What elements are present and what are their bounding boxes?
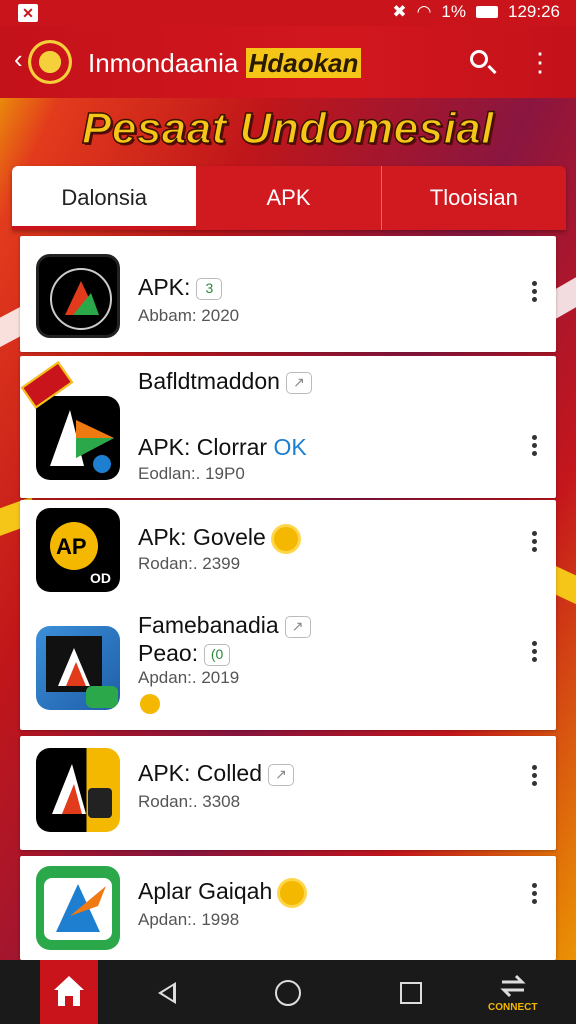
- app-list-item[interactable]: APK: Colled ↗ Rodan:. 3308: [20, 736, 556, 850]
- home-circle-icon: [275, 980, 301, 1006]
- overflow-menu-button[interactable]: ⋮: [522, 44, 558, 80]
- back-triangle-icon: [158, 982, 176, 1004]
- connect-icon: [500, 974, 526, 998]
- app-name: Aplar Gaiqah: [138, 878, 305, 905]
- app-icon-subtext: OD: [90, 570, 111, 586]
- tab-dalonsia[interactable]: Dalonsia: [12, 166, 197, 230]
- tab-apk[interactable]: APK: [196, 166, 380, 230]
- app-icon: [36, 866, 120, 950]
- banner-headline: Pesaat Undomesial: [81, 103, 494, 154]
- app-section-header: Bafldtmaddon ↗: [138, 368, 312, 395]
- tab-tlooisian[interactable]: Tlooisian: [380, 166, 566, 230]
- version-chip: (0: [204, 643, 231, 666]
- arrow-chip-icon: ↗: [284, 615, 311, 638]
- connect-label: CONNECT: [488, 1002, 538, 1013]
- home-nav-button[interactable]: [273, 978, 303, 1008]
- arrow-chip-icon: ↗: [285, 371, 312, 394]
- app-name: APK: Clorrar OK: [138, 434, 307, 461]
- clock: 129:26: [508, 2, 560, 21]
- search-icon: [470, 50, 488, 68]
- search-button[interactable]: [462, 44, 498, 80]
- app-name-line2: Peao: (0: [138, 640, 231, 667]
- garuda-emblem-icon: [28, 40, 72, 84]
- star-badge-icon: [280, 880, 305, 905]
- app-list-item[interactable]: Bafldtmaddon ↗ APK: Clorrar OK Eodlan:. 1…: [20, 356, 556, 498]
- app-meta: Abbam: 2020: [138, 306, 240, 325]
- back-arrow-icon[interactable]: ‹: [14, 46, 23, 72]
- app-name-text: Famebanadia: [138, 612, 279, 638]
- app-name: APK: Colled ↗: [138, 760, 295, 787]
- app-meta: Apdan:. 1998: [138, 910, 240, 929]
- status-bar: ✕ ✖ ◠ 1% 129:26: [0, 0, 576, 26]
- wifi-icon: ◠: [416, 2, 432, 21]
- battery-percent: 1%: [441, 2, 466, 21]
- app-title-highlight: Hdaokan: [245, 48, 362, 78]
- app-name-text: APK: Clorrar: [138, 434, 268, 460]
- mute-icon: ✖: [392, 2, 407, 21]
- app-name-text: APK: Colled: [138, 760, 263, 786]
- app-meta: Eodlan:. 19P0: [138, 464, 245, 483]
- app-name-text: Peao:: [138, 640, 199, 666]
- more-options-icon[interactable]: [526, 528, 542, 560]
- app-title: Inmondaania Hdaokan: [88, 48, 362, 79]
- version-chip: 3: [196, 277, 223, 300]
- app-name: Famebanadia ↗: [138, 612, 311, 639]
- app-section-header-text: Bafldtmaddon: [138, 368, 280, 394]
- app-name-text: APk: Govele: [138, 524, 266, 550]
- app-name: APk: Govele: [138, 524, 298, 551]
- app-icon: [36, 396, 120, 480]
- home-button[interactable]: [40, 960, 98, 1024]
- more-options-icon[interactable]: [526, 762, 542, 794]
- tab-bar: Dalonsia APK Tlooisian: [12, 166, 566, 230]
- star-badge-icon: [140, 694, 160, 714]
- app-icon: [36, 626, 120, 710]
- app-name-text: Aplar Gaiqah: [138, 878, 273, 904]
- app-list-item[interactable]: Aplar Gaiqah Apdan:. 1998: [20, 856, 556, 960]
- battery-icon: [476, 6, 498, 18]
- app-icon: [36, 254, 120, 338]
- app-icon: [36, 748, 120, 832]
- svg-text:AP: AP: [56, 534, 87, 559]
- app-icon: AP OD: [36, 508, 120, 592]
- bottom-navigation-bar: CONNECT: [0, 960, 576, 1024]
- back-nav-button[interactable]: [154, 978, 184, 1008]
- app-name-highlight: OK: [273, 434, 307, 460]
- arrow-chip-icon: ↗: [268, 763, 295, 786]
- app-notification-icon: ✕: [18, 4, 38, 22]
- more-options-icon[interactable]: [526, 880, 542, 912]
- more-options-icon[interactable]: [526, 432, 542, 464]
- recents-square-icon: [400, 982, 422, 1004]
- more-vert-icon: ⋮: [527, 47, 553, 77]
- app-name-text: APK:: [138, 274, 191, 300]
- app-list-item[interactable]: AP OD APk: Govele Rodan:. 2399 Famebanad…: [20, 500, 556, 730]
- app-title-main: Inmondaania: [88, 48, 239, 78]
- star-badge-icon: [273, 526, 298, 551]
- more-options-icon[interactable]: [526, 278, 542, 310]
- app-name: APK: 3: [138, 274, 223, 301]
- app-meta: Rodan:. 2399: [138, 554, 241, 573]
- connect-button[interactable]: [498, 974, 528, 1004]
- recents-nav-button[interactable]: [396, 978, 426, 1008]
- home-icon: [54, 976, 84, 1006]
- app-meta: Rodan:. 3308: [138, 792, 241, 811]
- promo-banner: Pesaat Undomesial: [0, 98, 576, 164]
- app-bar: ‹ Inmondaania Hdaokan ⋮: [0, 26, 576, 98]
- app-meta: Apdan:. 2019: [138, 668, 240, 687]
- more-options-icon[interactable]: [526, 638, 542, 670]
- app-list-item[interactable]: APK: 3 Abbam: 2020: [20, 236, 556, 352]
